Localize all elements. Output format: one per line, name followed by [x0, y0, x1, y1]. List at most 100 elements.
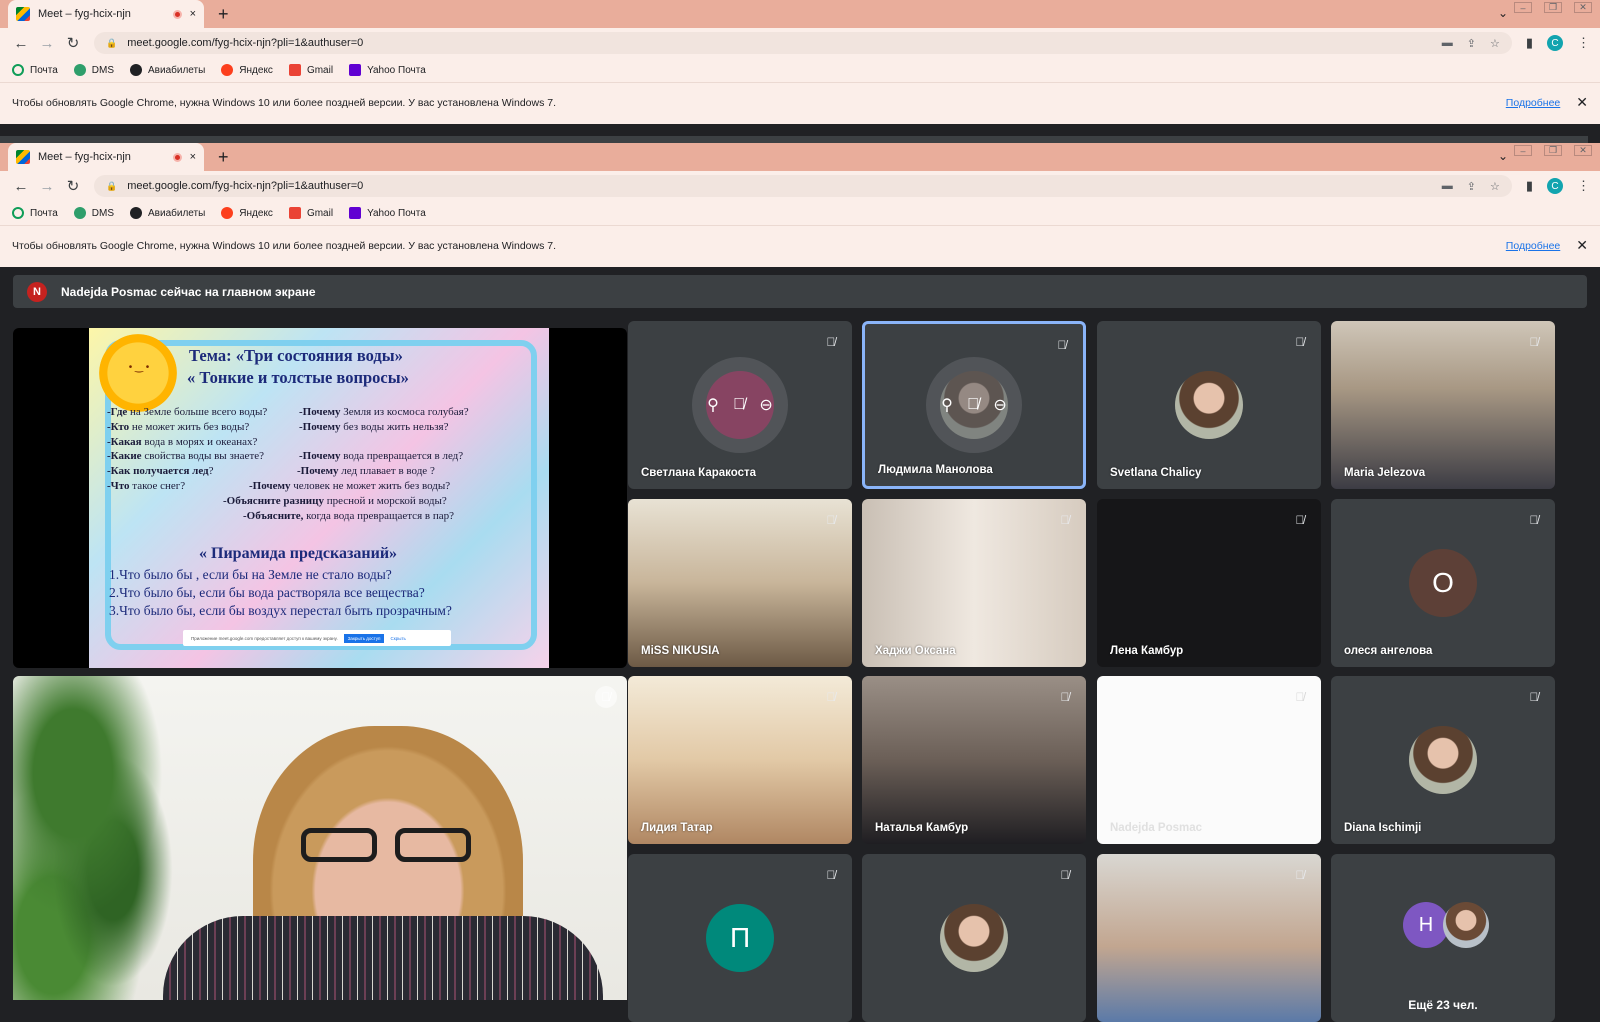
- address-bar[interactable]: 🔒 meet.google.com/fyg-hcix-njn?pli=1&aut…: [94, 175, 1512, 197]
- participant-tile[interactable]: 🎙̸ Лидия Татар: [628, 676, 852, 844]
- bookmark-item[interactable]: Яндекс: [221, 64, 273, 76]
- participant-name: Светлана Каракоста: [641, 467, 757, 479]
- close-window-button[interactable]: ✕: [1574, 145, 1592, 156]
- pin-icon[interactable]: ⚲: [707, 395, 719, 415]
- back-button[interactable]: ←: [10, 178, 32, 195]
- restore-button[interactable]: ❐: [1544, 2, 1562, 13]
- infobar-more-link[interactable]: Подробнее: [1506, 240, 1560, 252]
- stop-sharing-button[interactable]: Закрыть доступ: [343, 633, 385, 643]
- forward-button[interactable]: →: [36, 35, 58, 52]
- presentation-tile[interactable]: • ‿ • Тема: «Три состояния воды» « Тонки…: [13, 328, 627, 668]
- bookmark-star-icon[interactable]: ☆: [1490, 37, 1500, 50]
- mic-off-icon: 🎙̸: [1295, 868, 1305, 882]
- tab-search-icon[interactable]: ⌄: [1498, 149, 1508, 163]
- tab-meet[interactable]: Meet – fyg-hcix-njn ×: [8, 0, 204, 28]
- participant-tile[interactable]: 🎙̸: [862, 854, 1086, 1022]
- participant-tile[interactable]: ⚲ 🎙̸ ⊖ 🎙̸ Светлана Каракоста: [628, 321, 852, 489]
- camera-icon[interactable]: ▬: [1442, 180, 1453, 193]
- participant-tile[interactable]: 🎙̸ Svetlana Chalicy: [1097, 321, 1321, 489]
- reload-button[interactable]: ↻: [62, 177, 84, 195]
- remove-icon[interactable]: ⊖: [993, 395, 1006, 415]
- tab-meet[interactable]: Meet – fyg-hcix-njn ×: [8, 143, 204, 171]
- infobar-close-icon[interactable]: ✕: [1576, 94, 1588, 111]
- mic-off-icon: 🎙̸: [1529, 690, 1539, 704]
- participant-tile[interactable]: 🎙̸ Хаджи Оксана: [862, 499, 1086, 667]
- bookmark-item[interactable]: Gmail: [288, 207, 333, 219]
- profile-avatar[interactable]: C: [1547, 178, 1563, 194]
- bookmark-item[interactable]: Авиабилеты: [130, 207, 205, 219]
- slide: • ‿ • Тема: «Три состояния воды» « Тонки…: [89, 328, 549, 668]
- tile-hover-controls: ⚲ 🎙̸ ⊖: [692, 357, 788, 453]
- mic-off-icon: 🎙̸: [1060, 513, 1070, 527]
- participant-tile[interactable]: О 🎙̸ олеся ангелова: [1331, 499, 1555, 667]
- slide-question: -Объясните разницу пресной и морской вод…: [223, 494, 447, 507]
- restore-button[interactable]: ❐: [1544, 145, 1562, 156]
- bookmark-item[interactable]: Yahoo Почта: [349, 64, 426, 76]
- bookmark-star-icon[interactable]: ☆: [1490, 180, 1500, 193]
- mute-icon[interactable]: 🎙̸: [733, 396, 745, 414]
- more-participants-tile[interactable]: Н Ещё 23 чел.: [1331, 854, 1555, 1022]
- new-tab-button[interactable]: +: [218, 4, 229, 25]
- slide-question: -Почему человек не может жить без воды?: [249, 479, 451, 492]
- menu-icon[interactable]: ⋮: [1577, 178, 1590, 194]
- bookmark-item[interactable]: DMS: [73, 207, 114, 219]
- menu-icon[interactable]: ⋮: [1577, 35, 1590, 51]
- close-window-button[interactable]: ✕: [1574, 2, 1592, 13]
- participant-tile[interactable]: П 🎙̸: [628, 854, 852, 1022]
- slide-question: -Кто не может жить без воды?: [107, 420, 250, 433]
- bookmark-item[interactable]: DMS: [73, 64, 114, 76]
- speaker-body: [163, 916, 603, 1000]
- profile-avatar[interactable]: C: [1547, 35, 1563, 51]
- bookmark-item[interactable]: Яндекс: [221, 207, 273, 219]
- forward-button[interactable]: →: [36, 178, 58, 195]
- participant-name: MiSS NIKUSIA: [641, 645, 720, 657]
- mic-off-icon: 🎙̸: [1529, 513, 1539, 527]
- participant-tile[interactable]: 🎙̸ Diana Ischimji: [1331, 676, 1555, 844]
- address-bar[interactable]: 🔒 meet.google.com/fyg-hcix-njn?pli=1&aut…: [94, 32, 1512, 54]
- share-icon[interactable]: ⇪: [1467, 180, 1476, 193]
- slide-question: -Почему Земля из космоса голубая?: [299, 406, 469, 418]
- speaker-video-tile[interactable]: 🎙̸: [13, 676, 627, 1000]
- hide-notice-link[interactable]: Скрыть: [390, 636, 405, 641]
- infobar-more-link[interactable]: Подробнее: [1506, 97, 1560, 109]
- mic-off-icon: 🎙̸: [826, 335, 836, 349]
- infobar-close-icon[interactable]: ✕: [1576, 237, 1588, 254]
- participant-tile[interactable]: 🎙̸: [1097, 854, 1321, 1022]
- tab-search-icon[interactable]: ⌄: [1498, 6, 1508, 20]
- bookmark-item[interactable]: Yahoo Почта: [349, 207, 426, 219]
- mic-off-icon: 🎙̸: [1060, 868, 1070, 882]
- bookmark-item[interactable]: Почта: [12, 64, 58, 76]
- participant-tile[interactable]: ⚲ 🎙̸ ⊖ 🎙̸ Людмила Манолова: [862, 321, 1086, 489]
- side-panel-icon[interactable]: ▮: [1526, 35, 1533, 51]
- update-infobar: Чтобы обновлять Google Chrome, нужна Win…: [0, 225, 1600, 265]
- url-text[interactable]: meet.google.com/fyg-hcix-njn?pli=1&authu…: [127, 180, 1442, 192]
- remove-icon[interactable]: ⊖: [759, 395, 772, 415]
- participant-tile[interactable]: 🎙̸ MiSS NIKUSIA: [628, 499, 852, 667]
- bookmark-item[interactable]: Авиабилеты: [130, 64, 205, 76]
- lock-icon[interactable]: 🔒: [106, 181, 117, 192]
- participant-tile[interactable]: 🎙̸ Maria Jelezova: [1331, 321, 1555, 489]
- tab-close-icon[interactable]: ×: [190, 8, 196, 20]
- tab-close-icon[interactable]: ×: [190, 151, 196, 163]
- camera-icon[interactable]: ▬: [1442, 37, 1453, 50]
- share-icon[interactable]: ⇪: [1467, 37, 1476, 50]
- new-tab-button[interactable]: +: [218, 147, 229, 168]
- pin-icon[interactable]: ⚲: [941, 395, 953, 415]
- participant-tile[interactable]: 🎙̸ Лена Камбур: [1097, 499, 1321, 667]
- participant-tile[interactable]: 🎙̸ Nadejda Posmac: [1097, 676, 1321, 844]
- lock-icon[interactable]: 🔒: [106, 38, 117, 49]
- participant-name: Лидия Татар: [641, 822, 713, 834]
- reload-button[interactable]: ↻: [62, 34, 84, 52]
- participant-name: Nadejda Posmac: [1110, 822, 1203, 834]
- mic-off-icon: 🎙̸: [1295, 690, 1305, 704]
- participant-tile[interactable]: 🎙̸ Наталья Камбур: [862, 676, 1086, 844]
- back-button[interactable]: ←: [10, 35, 32, 52]
- bookmark-item[interactable]: Gmail: [288, 64, 333, 76]
- side-panel-icon[interactable]: ▮: [1526, 178, 1533, 194]
- minimize-button[interactable]: –: [1514, 2, 1532, 13]
- minimize-button[interactable]: –: [1514, 145, 1532, 156]
- mute-icon[interactable]: 🎙̸: [967, 396, 979, 414]
- url-text[interactable]: meet.google.com/fyg-hcix-njn?pli=1&authu…: [127, 37, 1442, 49]
- bookmark-item[interactable]: Почта: [12, 207, 58, 219]
- mic-off-icon: 🎙̸: [595, 686, 617, 708]
